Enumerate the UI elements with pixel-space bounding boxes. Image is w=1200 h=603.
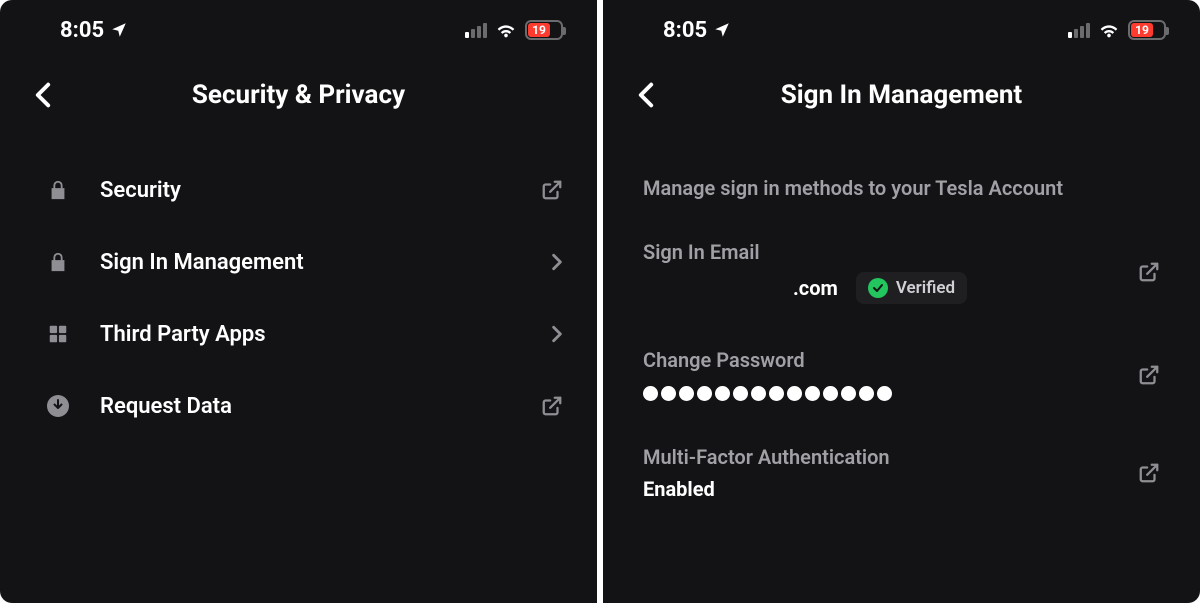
menu-item-label: Sign In Management xyxy=(100,250,523,275)
header: Sign In Management xyxy=(603,60,1200,130)
sign-in-email-label: Sign In Email xyxy=(643,240,1138,264)
location-arrow-icon xyxy=(110,21,128,39)
section-change-password[interactable]: Change Password xyxy=(603,348,1200,401)
password-mask xyxy=(643,386,1138,401)
status-time: 8:05 xyxy=(60,18,104,43)
wifi-icon xyxy=(1098,19,1120,41)
section-mfa[interactable]: Multi-Factor Authentication Enabled xyxy=(603,445,1200,501)
check-circle-icon xyxy=(868,278,888,298)
apps-grid-icon xyxy=(44,323,72,345)
change-password-label: Change Password xyxy=(643,348,1138,372)
status-time-group: 8:05 xyxy=(60,18,128,43)
verified-badge: Verified xyxy=(856,272,967,304)
cellular-icon xyxy=(1068,22,1090,38)
back-button[interactable] xyxy=(34,82,52,108)
back-button[interactable] xyxy=(637,82,655,108)
page-title: Sign In Management xyxy=(781,80,1022,110)
battery-percentage: 19 xyxy=(1135,24,1149,36)
status-icons: 19 xyxy=(465,19,563,41)
battery-icon: 19 xyxy=(1128,20,1166,40)
lock-icon xyxy=(44,250,72,274)
lock-icon xyxy=(44,178,72,202)
menu-item-security[interactable]: Security xyxy=(44,158,563,222)
mfa-label: Multi-Factor Authentication xyxy=(643,445,1138,469)
status-time: 8:05 xyxy=(663,18,707,43)
wifi-icon xyxy=(495,19,517,41)
menu-item-label: Security xyxy=(100,178,513,203)
menu-item-label: Third Party Apps xyxy=(100,322,523,347)
status-icons: 19 xyxy=(1068,19,1166,41)
pane-sign-in-management: 8:05 19 Sign In Man xyxy=(603,0,1200,603)
chevron-right-icon xyxy=(551,253,563,271)
page-subtitle: Manage sign in methods to your Tesla Acc… xyxy=(603,130,1200,200)
verified-label: Verified xyxy=(896,278,955,298)
battery-percentage: 19 xyxy=(532,24,546,36)
menu-item-third-party-apps[interactable]: Third Party Apps xyxy=(44,302,563,366)
header: Security & Privacy xyxy=(0,60,597,130)
external-link-icon xyxy=(541,179,563,201)
sign-in-email-value-row: .com Verified xyxy=(793,272,1138,304)
external-link-icon xyxy=(1138,462,1160,484)
external-link-icon xyxy=(1138,261,1160,283)
menu-item-label: Request Data xyxy=(100,394,513,419)
page-title: Security & Privacy xyxy=(192,80,405,110)
status-time-group: 8:05 xyxy=(663,18,731,43)
chevron-right-icon xyxy=(551,325,563,343)
pane-security-privacy: 8:05 19 Security & xyxy=(0,0,597,603)
status-bar: 8:05 19 xyxy=(0,0,597,60)
external-link-icon xyxy=(1138,364,1160,386)
battery-icon: 19 xyxy=(525,20,563,40)
external-link-icon xyxy=(541,395,563,417)
email-domain: .com xyxy=(793,276,838,300)
mfa-status: Enabled xyxy=(643,477,1138,501)
status-bar: 8:05 19 xyxy=(603,0,1200,60)
menu-item-sign-in-management[interactable]: Sign In Management xyxy=(44,230,563,294)
menu-list: Security Sign In Management Third Part xyxy=(0,130,597,438)
menu-item-request-data[interactable]: Request Data xyxy=(44,374,563,438)
cellular-icon xyxy=(465,22,487,38)
download-circle-icon xyxy=(44,394,72,418)
location-arrow-icon xyxy=(713,21,731,39)
section-sign-in-email[interactable]: Sign In Email .com Verified xyxy=(603,240,1200,304)
